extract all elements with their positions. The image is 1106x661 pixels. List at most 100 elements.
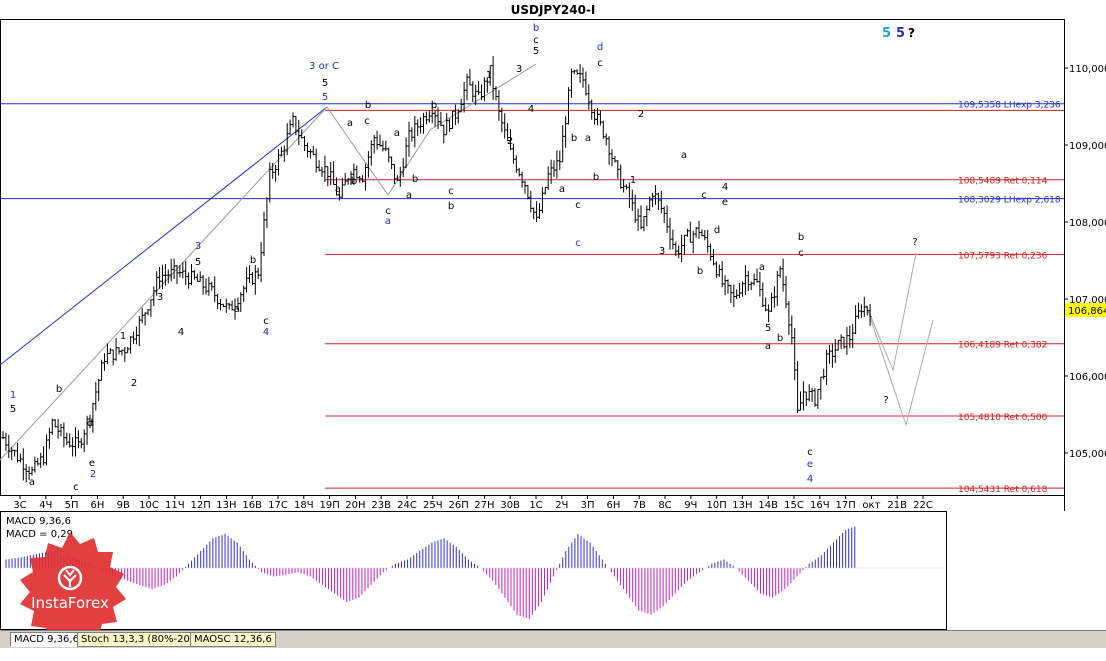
wave-label: b	[593, 172, 599, 183]
y-tick-label: 108,000	[1069, 218, 1106, 229]
wave-label: a	[681, 150, 687, 161]
x-tick-label: 25Ч	[423, 500, 443, 511]
tab-macd[interactable]: MACD 9,36,6	[10, 632, 83, 647]
wave-label: b	[777, 333, 783, 344]
y-tick-label: 109,000	[1069, 141, 1106, 152]
wave-label: b	[697, 266, 703, 277]
x-tick-label: 20Н	[345, 500, 365, 511]
wave-label: a	[394, 128, 400, 139]
wave-label: 1	[10, 390, 16, 401]
wave-label: 5	[533, 46, 539, 57]
x-tick-label: 15С	[784, 500, 804, 511]
logo-text: InstaForex	[31, 594, 109, 612]
wave-label: b	[351, 176, 357, 187]
x-tick-label: 17С	[268, 500, 288, 511]
wave-label: b	[533, 23, 539, 34]
wave-label: 5	[322, 92, 328, 103]
wave-label: 2	[90, 469, 96, 480]
wave-label: 3	[157, 292, 163, 303]
wave-label: c	[575, 238, 581, 249]
wave-label: a	[585, 133, 591, 144]
x-tick-label: 8С	[658, 500, 671, 511]
x-tick-label: 3П	[581, 500, 595, 511]
wave-label: c	[798, 248, 804, 259]
wave-label: a	[765, 341, 771, 352]
wave-label: c	[597, 58, 603, 69]
wave-label: 5	[195, 257, 201, 268]
x-tick-label: 14В	[758, 500, 778, 511]
wave-label: 3	[516, 64, 522, 75]
x-tick-label: 22С	[913, 500, 933, 511]
fib-label: 106,4189 Ret 0,382	[958, 341, 1047, 351]
wave-label: b	[431, 100, 437, 111]
wave-label: a	[759, 262, 765, 273]
x-tick-label: 11Ч	[165, 500, 185, 511]
x-tick-label: 17П	[835, 500, 855, 511]
tab-stoch[interactable]: Stoch 13,3,3 (80%-20%)	[77, 632, 208, 647]
wave-label: c	[533, 35, 539, 46]
wave-label: b	[250, 255, 256, 266]
y-tick-label: 110,000	[1069, 64, 1106, 75]
wave-label: 2	[507, 136, 513, 147]
macd-panel-frame	[0, 511, 947, 630]
x-tick-label: 2Ч	[555, 500, 568, 511]
x-tick-label: 13Н	[216, 500, 236, 511]
x-tick-label: 16Ч	[810, 500, 830, 511]
x-tick-label: 24С	[397, 500, 417, 511]
chart: USDJPY240-I 110,000109,000108,000107,000…	[0, 3, 1106, 630]
x-tick-label: 13Н	[732, 500, 752, 511]
wave-label: b	[365, 100, 371, 111]
wave-label: 3 or C	[309, 61, 339, 72]
tab-maosc[interactable]: MAOSC 12,36,6	[190, 632, 276, 647]
top-five-b: 5	[896, 26, 905, 41]
wave-label: c	[448, 186, 454, 197]
wave-label: a	[29, 477, 35, 488]
wave-label: a	[335, 184, 341, 195]
wave-label: 1	[486, 70, 492, 81]
fib-label: 107,5793 Ret 0,236	[958, 251, 1048, 261]
fib-label: 109,5358 LHexp 3,236	[958, 101, 1061, 111]
x-tick-label: 7В	[633, 500, 646, 511]
wave-label: c	[263, 316, 269, 327]
x-tick-label: 6Н	[606, 500, 620, 511]
chart-title: USDJPY240-I	[511, 3, 596, 17]
top-question: ?	[908, 26, 915, 40]
wave-label: 4	[178, 327, 184, 338]
wave-label: 1	[120, 331, 126, 342]
x-tick-label: 6Н	[90, 500, 104, 511]
wave-label: e	[722, 197, 728, 208]
wave-label: 1	[630, 175, 636, 186]
x-tick-label: окт	[862, 500, 880, 511]
wave-label: c	[364, 116, 370, 127]
wave-label: b	[448, 201, 454, 212]
x-tick-label: 12П	[190, 500, 210, 511]
wave-label: ?	[912, 237, 917, 248]
forecast-path-1	[865, 252, 917, 372]
wave-label: a	[347, 118, 353, 129]
x-tick-label: 9В	[117, 500, 130, 511]
x-tick-label: 1С	[529, 500, 542, 511]
channel-line-gray	[0, 106, 328, 461]
y-tick-label: 105,000	[1069, 449, 1106, 460]
wave-label: 2	[638, 109, 644, 120]
wave-label: 4	[807, 474, 813, 485]
channel-lines	[0, 63, 934, 461]
x-tick-label: 23В	[371, 500, 391, 511]
wave-label: 3	[659, 246, 665, 257]
top-five-a: 5	[882, 26, 891, 41]
wave-label: 4	[263, 327, 269, 338]
price-panel-frame	[0, 19, 1065, 496]
x-tick-label: 27Н	[474, 500, 494, 511]
wave-label: 5	[10, 404, 16, 415]
current-price: 106,864	[1068, 306, 1106, 317]
x-tick-label: 16В	[242, 500, 262, 511]
macd-histogram	[5, 526, 856, 619]
fib-label: 108,5489 Ret 0,114	[958, 177, 1048, 187]
wave-label: 4	[528, 104, 534, 115]
x-tick-label: 10С	[139, 500, 159, 511]
wave-label: a	[559, 184, 565, 195]
x-tick-label: 30В	[500, 500, 520, 511]
wave-label: 2	[131, 378, 137, 389]
wave-label: e	[807, 459, 813, 470]
wave-label: a	[385, 216, 391, 227]
